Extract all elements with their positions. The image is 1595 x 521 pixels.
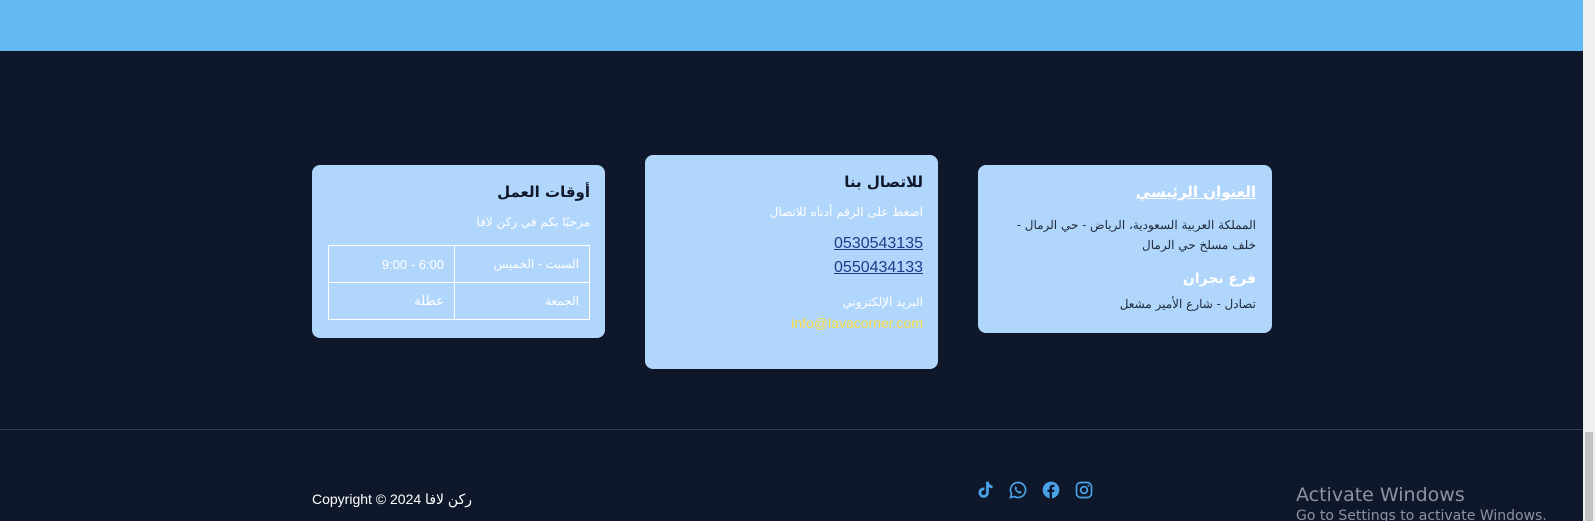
phone-list: 0530543135 0550434133 (660, 235, 923, 277)
copyright-text: Copyright © 2024 ركن لافا (312, 491, 472, 507)
hours-time-cell: 6:00 - 9:00 (328, 245, 455, 283)
hours-table: السبت - الخميس 6:00 - 9:00 الجمعة عطلة (328, 245, 590, 320)
working-hours-card: أوقات العمل مرحبًا بكم في ركن لافا السبت… (312, 165, 605, 338)
address-title: العنوان الرئيسي (1135, 183, 1256, 201)
windows-activation-watermark: Activate Windows Go to Settings to activ… (1296, 484, 1547, 521)
branch-title: فرع نجران (1182, 271, 1256, 287)
email-link[interactable]: info@lavacorner.com (660, 315, 923, 331)
footer-divider (0, 429, 1583, 430)
contact-card: للاتصال بنا اضغط على الرقم أدناه للاتصال… (645, 155, 938, 369)
activate-subtitle: Go to Settings to activate Windows. (1296, 508, 1547, 521)
hours-time-cell: عطلة (328, 282, 455, 320)
phone-link-1[interactable]: 0530543135 (660, 235, 923, 253)
hours-day-cell: الجمعة (454, 282, 590, 320)
hours-day-cell: السبت - الخميس (454, 245, 590, 283)
hours-subtitle: مرحبًا بكم في ركن لافا (476, 215, 590, 229)
activate-title: Activate Windows (1296, 484, 1465, 506)
address-text: المملكة العربية السعودية، الرياض - حي ال… (1016, 218, 1256, 252)
facebook-icon[interactable] (1041, 480, 1061, 500)
email-label: البريد الإلكتروني (842, 295, 923, 309)
main-address-card: العنوان الرئيسي المملكة العربية السعودية… (978, 165, 1272, 333)
page-scrollbar[interactable] (1583, 0, 1595, 521)
tiktok-icon[interactable] (975, 480, 995, 500)
table-row: الجمعة عطلة (328, 282, 590, 320)
top-banner (0, 0, 1583, 51)
table-row: السبت - الخميس 6:00 - 9:00 (328, 245, 590, 283)
branch-address: تصادل - شارع الأمير مشعل (1119, 297, 1256, 311)
contact-title: للاتصال بنا (844, 173, 923, 191)
scrollbar-thumb[interactable] (1585, 432, 1593, 521)
whatsapp-icon[interactable] (1008, 480, 1028, 500)
hours-title: أوقات العمل (497, 183, 590, 201)
phone-link-2[interactable]: 0550434133 (660, 259, 923, 277)
instagram-icon[interactable] (1074, 480, 1094, 500)
social-links (975, 480, 1094, 500)
contact-subtitle: اضغط على الرقم أدناه للاتصال (769, 205, 923, 219)
